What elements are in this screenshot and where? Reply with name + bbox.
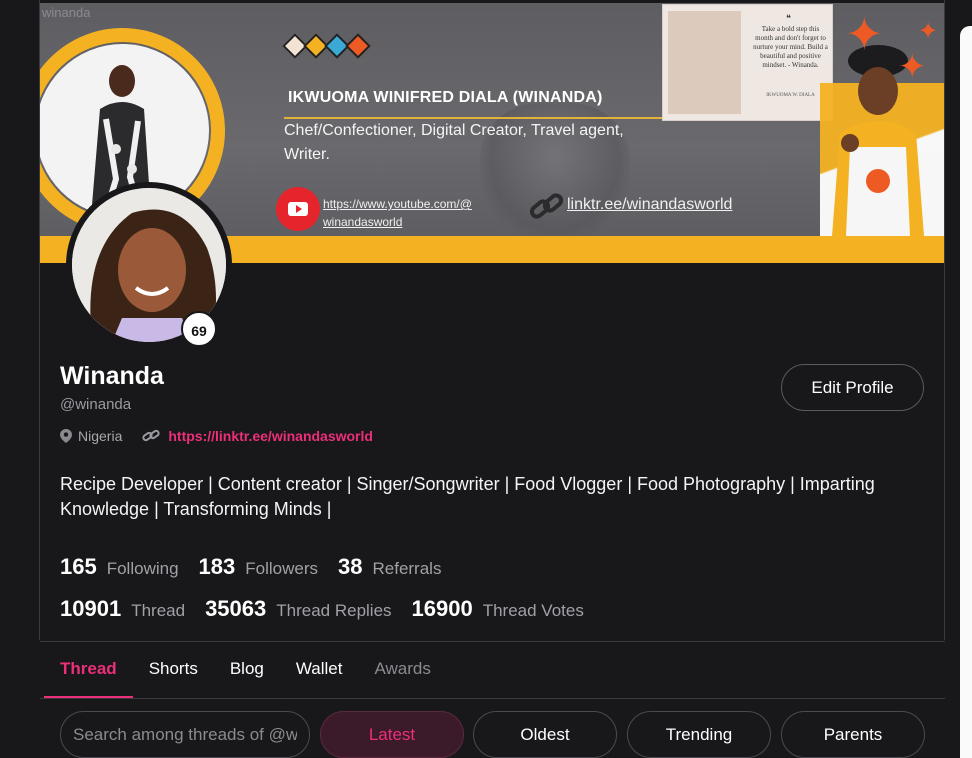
- stat-value: 16900: [411, 596, 473, 621]
- tab-shorts[interactable]: Shorts: [133, 650, 214, 698]
- profile-location: Nigeria: [78, 428, 123, 444]
- stat-label: Following: [106, 559, 179, 578]
- tab-awards[interactable]: Awards: [358, 650, 446, 698]
- quote-mark: ❝: [786, 13, 791, 23]
- stat-value: 35063: [205, 596, 267, 621]
- banner-linktree-link: linktr.ee/winandasworld: [567, 196, 733, 213]
- stat-followers[interactable]: 183 Followers: [199, 554, 318, 580]
- banner-youtube-link: https://www.youtube.com/@ winandasworld: [323, 195, 513, 231]
- diamond-icon: [345, 33, 371, 59]
- stat-label: Thread Votes: [482, 601, 584, 620]
- filter-latest-button[interactable]: Latest: [320, 711, 464, 758]
- sparkle-star-icon: ✦: [845, 8, 884, 60]
- thread-search-input[interactable]: [60, 711, 310, 758]
- stat-value: 183: [198, 554, 236, 579]
- stat-value: 165: [60, 554, 97, 579]
- profile-handle: @winanda: [60, 396, 132, 413]
- filter-oldest-button[interactable]: Oldest: [473, 711, 617, 758]
- tabs-divider: [40, 698, 945, 699]
- tab-wallet[interactable]: Wallet: [280, 650, 359, 698]
- stat-following[interactable]: 165 Following: [60, 554, 179, 580]
- stat-thread-replies: 35063 Thread Replies: [205, 596, 391, 622]
- page-frame-right: [944, 0, 945, 640]
- level-badge: 69: [181, 311, 217, 347]
- stat-referrals[interactable]: 38 Referrals: [338, 554, 441, 580]
- quote-signature: IKWUOMA W. DIALA: [766, 93, 815, 98]
- stat-value: 10901: [60, 596, 122, 621]
- youtube-url-line1: https://www.youtube.com/@: [323, 197, 472, 211]
- banner-full-name: IKWUOMA WINIFRED DIALA (WINANDA): [288, 89, 603, 106]
- stat-label: Followers: [245, 559, 318, 578]
- stat-label: Thread: [131, 601, 186, 620]
- stat-value: 38: [338, 554, 363, 579]
- sparkle-star-icon: ✦: [898, 48, 927, 86]
- stat-label: Referrals: [372, 559, 442, 578]
- profile-website-link[interactable]: https://linktr.ee/winandasworld: [168, 428, 373, 444]
- tab-blog[interactable]: Blog: [214, 650, 280, 698]
- banner-description: Chef/Confectioner, Digital Creator, Trav…: [284, 122, 624, 163]
- sparkle-star-icon: ✦: [918, 18, 939, 45]
- banner-watermark: winanda: [42, 5, 91, 20]
- stat-thread-votes: 16900 Thread Votes: [412, 596, 584, 622]
- quote-card-photo: [668, 11, 741, 114]
- banner-diamond-logo: [282, 33, 371, 59]
- stat-threads: 10901 Thread: [60, 596, 185, 622]
- chain-link-icon: [529, 193, 564, 219]
- stats-row-social: 165 Following 183 Followers 38 Referrals: [60, 554, 461, 580]
- location-pin-icon: [60, 429, 72, 443]
- side-panel-edge: [960, 26, 972, 758]
- stats-row-activity: 10901 Thread 35063 Thread Replies 16900 …: [60, 596, 604, 622]
- filter-parents-button[interactable]: Parents: [781, 711, 925, 758]
- quote-text: Take a bold step this month and don't fo…: [753, 25, 828, 69]
- stat-label: Thread Replies: [276, 601, 392, 620]
- quote-card: ❝ Take a bold step this month and don't …: [662, 4, 833, 121]
- filter-trending-button[interactable]: Trending: [627, 711, 771, 758]
- youtube-url-line2: winandasworld: [323, 215, 403, 229]
- profile-tabs: Thread Shorts Blog Wallet Awards: [44, 650, 447, 698]
- profile-bio: Recipe Developer | Content creator | Sin…: [60, 474, 875, 519]
- section-divider: [40, 641, 945, 642]
- profile-display-name: Winanda: [60, 362, 164, 390]
- edit-profile-button[interactable]: Edit Profile: [781, 364, 924, 411]
- link-icon: [142, 429, 160, 442]
- profile-meta-row: Nigeria https://linktr.ee/winandasworld: [60, 426, 373, 446]
- youtube-icon: [276, 187, 320, 231]
- tab-thread[interactable]: Thread: [44, 650, 133, 698]
